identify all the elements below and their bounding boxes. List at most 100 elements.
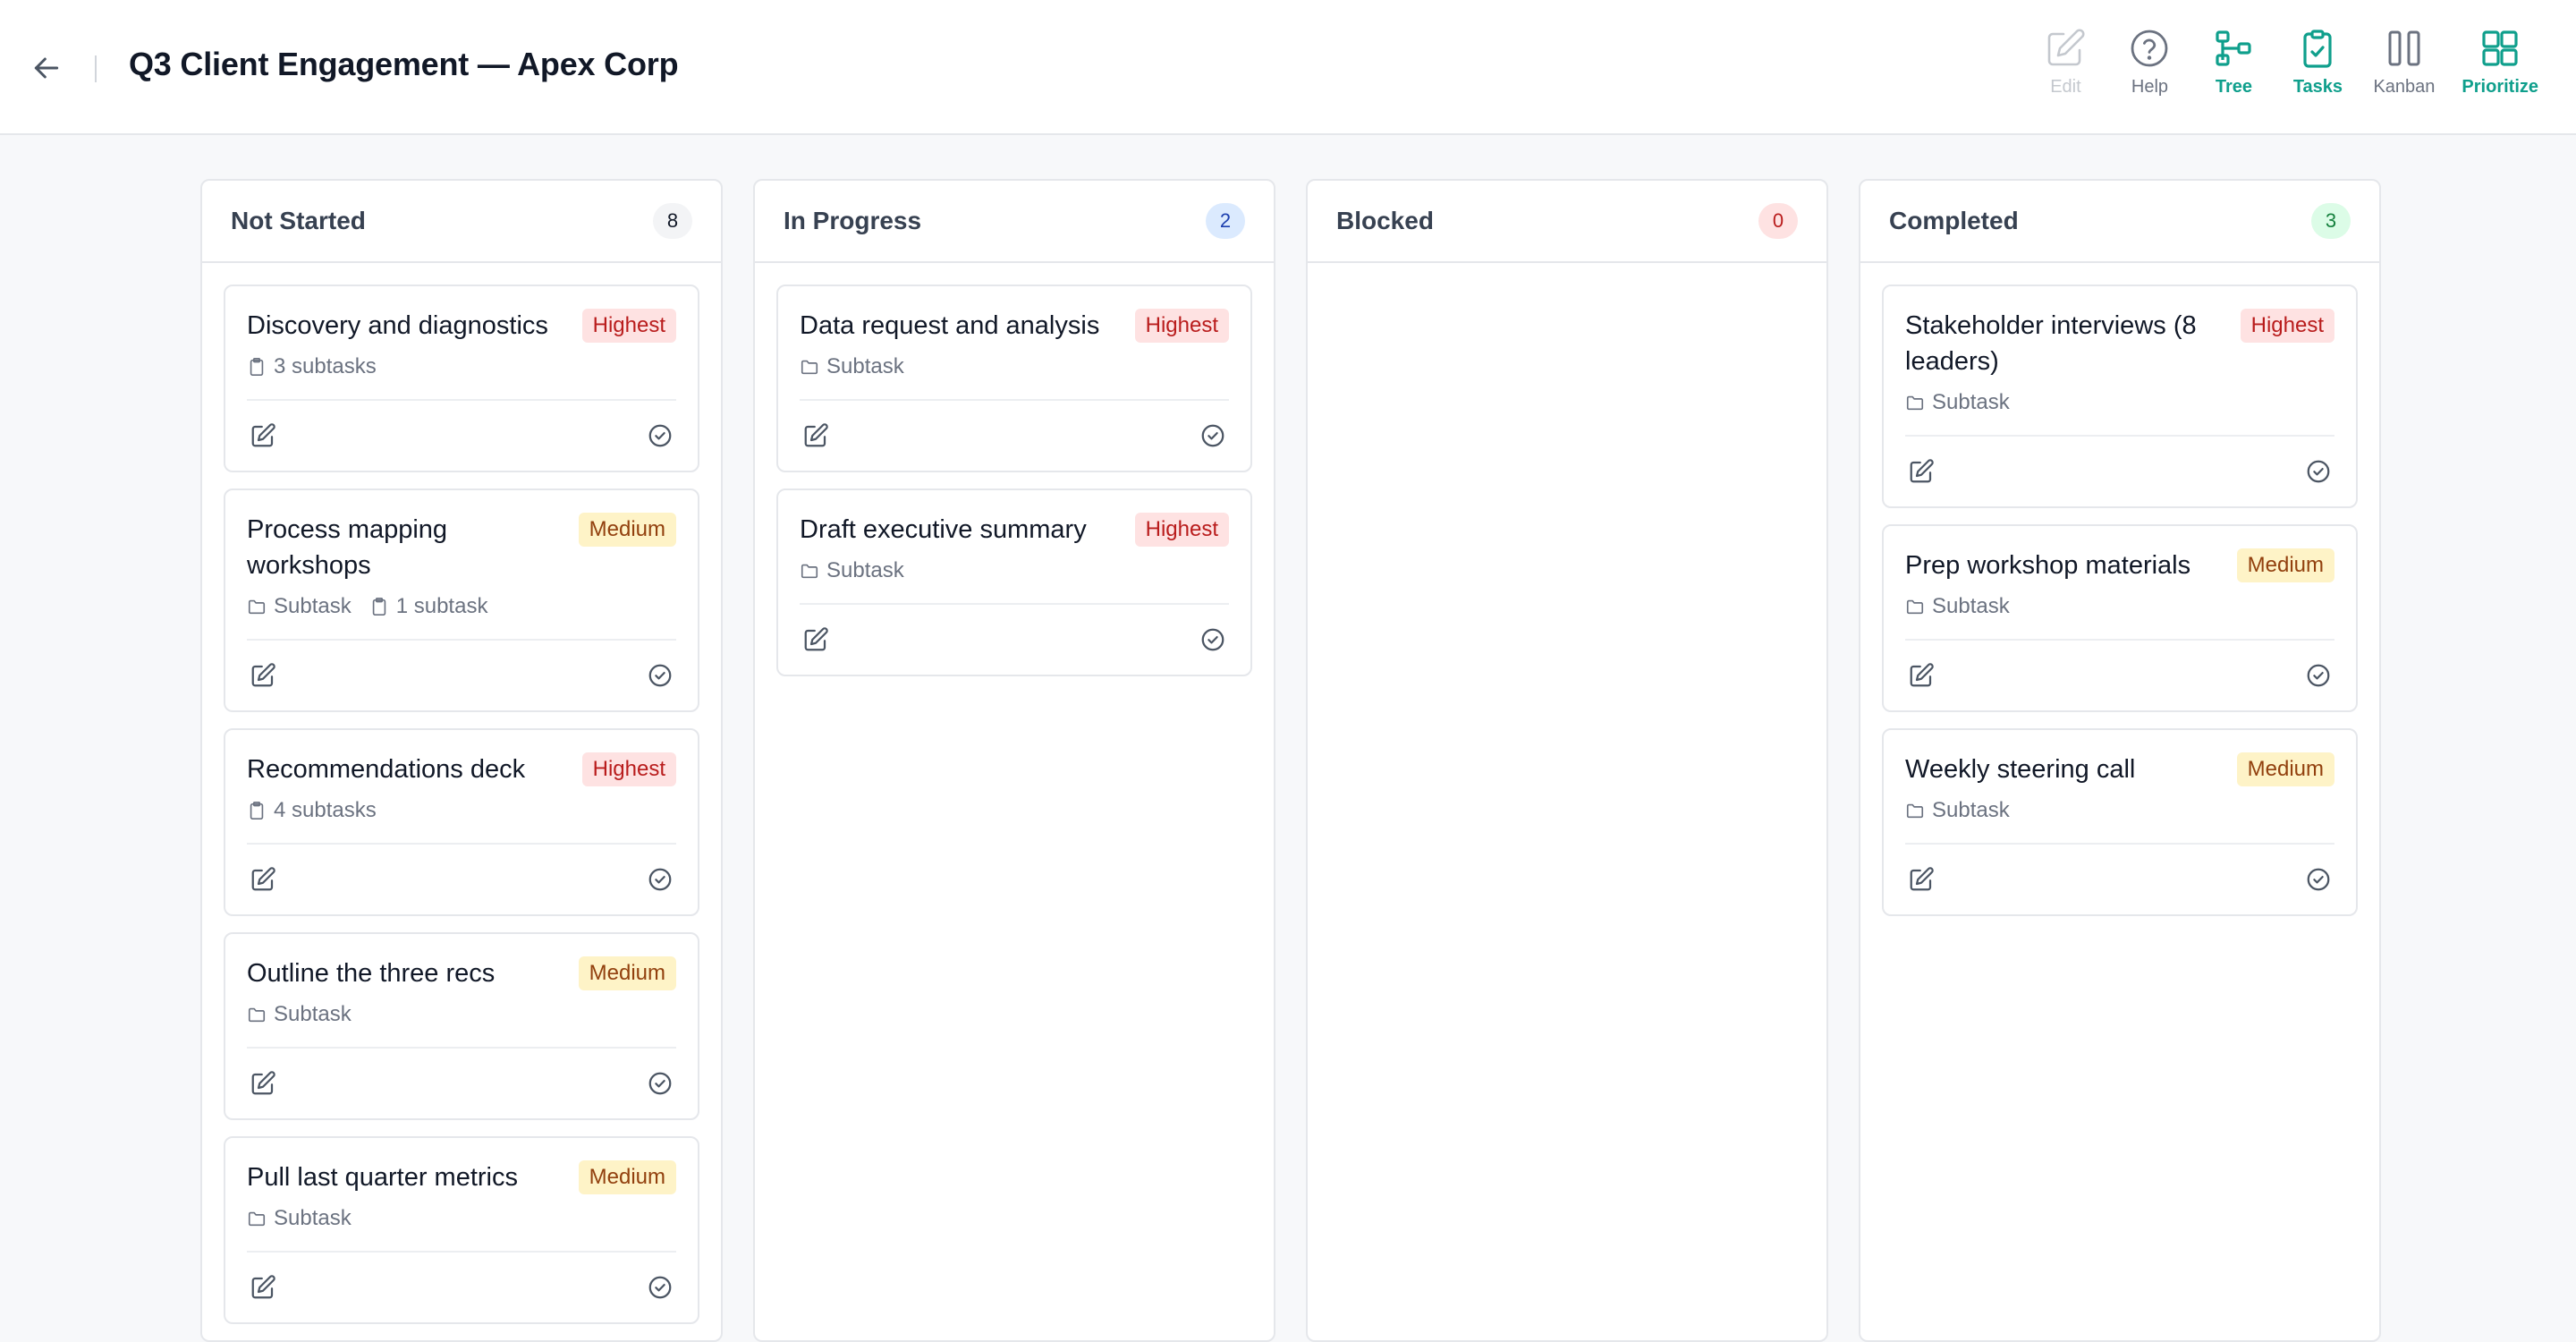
back-button[interactable]: [25, 47, 68, 89]
meta-text: Subtask: [1932, 798, 2010, 822]
column-title: In Progress: [784, 207, 922, 234]
meta-item: Subtask: [800, 354, 904, 379]
column-title: Not Started: [231, 207, 366, 234]
kanban-button[interactable]: Kanban: [2366, 27, 2442, 109]
edit-task-button[interactable]: [1905, 863, 1937, 896]
help-label: Help: [2131, 77, 2169, 97]
edit-task-button[interactable]: [247, 420, 279, 452]
column-count-badge: 2: [1206, 203, 1245, 239]
check-circle-icon: [647, 1070, 674, 1097]
meta-item: Subtask: [800, 558, 904, 583]
check-circle-icon: [2305, 458, 2332, 485]
edit-task-button[interactable]: [800, 624, 832, 656]
complete-task-button[interactable]: [644, 1271, 676, 1304]
task-title: Stakeholder interviews (8 leaders): [1905, 311, 2197, 376]
meta-item: Subtask: [1905, 798, 2010, 823]
task-card[interactable]: Stakeholder interviews (8 leaders) Highes…: [1882, 285, 2358, 508]
folder-icon: [1905, 597, 1925, 616]
kanban-label: Kanban: [2373, 77, 2436, 97]
card-actions: [247, 1251, 676, 1322]
priority-badge: Highest: [1134, 513, 1229, 547]
folder-icon: [247, 1005, 267, 1024]
arrow-left-icon: [34, 57, 59, 79]
card-actions: [247, 639, 676, 710]
meta-text: Subtask: [274, 1002, 352, 1026]
edit-task-button[interactable]: [1905, 659, 1937, 692]
complete-task-button[interactable]: [2302, 863, 2334, 896]
prioritize-button[interactable]: Prioritize: [2454, 27, 2546, 109]
task-card[interactable]: Discovery and diagnostics Highest 3 subtas…: [224, 285, 699, 472]
card-actions: [1905, 843, 2334, 914]
task-card[interactable]: Weekly steering call Medium Subtask: [1882, 728, 2358, 916]
edit-button[interactable]: Edit: [2029, 27, 2101, 109]
meta-item: Subtask: [1905, 390, 2010, 415]
task-card[interactable]: Draft executive summary Highest Subtask: [776, 488, 1252, 676]
task-meta: Subtask: [1905, 798, 2334, 823]
edit-label: Edit: [2050, 77, 2081, 97]
task-card[interactable]: Pull last quarter metrics Medium Subtask: [224, 1136, 699, 1324]
priority-badge: Medium: [578, 956, 676, 990]
meta-text: Subtask: [274, 594, 352, 618]
meta-item: Subtask: [1905, 594, 2010, 619]
edit-task-button[interactable]: [800, 420, 832, 452]
complete-task-button[interactable]: [644, 1067, 676, 1100]
edit-icon: [1908, 866, 1935, 893]
meta-item: 1 subtask: [369, 594, 488, 619]
edit-task-button[interactable]: [1905, 455, 1937, 488]
task-card[interactable]: Process mapping workshops Medium Subtask 1 …: [224, 488, 699, 712]
folder-icon: [247, 597, 267, 616]
task-card[interactable]: Recommendations deck Highest 4 subtasks: [224, 728, 699, 916]
edit-icon: [250, 866, 276, 893]
toolbar: Edit Help Tree Tasks Kanban Prioritize: [2017, 27, 2546, 109]
task-title: Draft executive summary: [800, 515, 1087, 544]
complete-task-button[interactable]: [2302, 455, 2334, 488]
card-list: Stakeholder interviews (8 leaders) Highes…: [1860, 263, 2379, 916]
tree-icon: [2216, 30, 2252, 66]
column-completed: Completed 3 Stakeholder interviews (8 lead…: [1859, 179, 2381, 1342]
card-list: [1308, 263, 1826, 285]
meta-item: 3 subtasks: [247, 354, 377, 379]
meta-text: Subtask: [1932, 594, 2010, 618]
edit-task-button[interactable]: [247, 1271, 279, 1304]
complete-task-button[interactable]: [2302, 659, 2334, 692]
task-card[interactable]: Data request and analysis Highest Subtask: [776, 285, 1252, 472]
column-header: Completed 3: [1860, 181, 2379, 263]
folder-icon: [247, 1209, 267, 1228]
column-count-badge: 3: [2311, 203, 2351, 239]
edit-icon: [250, 1274, 276, 1301]
check-circle-icon: [2305, 662, 2332, 689]
complete-task-button[interactable]: [1197, 624, 1229, 656]
edit-task-button[interactable]: [247, 659, 279, 692]
card-actions: [800, 603, 1229, 675]
prioritize-label: Prioritize: [2462, 77, 2538, 97]
tasks-button[interactable]: Tasks: [2282, 27, 2353, 109]
complete-task-button[interactable]: [644, 420, 676, 452]
task-title: Data request and analysis: [800, 311, 1100, 340]
meta-text: Subtask: [826, 354, 904, 378]
edit-icon: [802, 626, 829, 653]
complete-task-button[interactable]: [644, 863, 676, 896]
folder-icon: [1905, 393, 1925, 412]
meta-text: Subtask: [274, 1206, 352, 1230]
task-meta: Subtask 1 subtask: [247, 594, 676, 619]
edit-task-button[interactable]: [247, 1067, 279, 1100]
meta-text: 1 subtask: [395, 594, 488, 618]
column-header: In Progress 2: [755, 181, 1274, 263]
meta-text: 4 subtasks: [274, 798, 377, 822]
complete-task-button[interactable]: [1197, 420, 1229, 452]
kanban-board: Not Started 8 Discovery and diagnostics Hig…: [200, 179, 2381, 1342]
task-meta: 4 subtasks: [247, 798, 676, 823]
tree-button[interactable]: Tree: [2198, 27, 2269, 109]
check-circle-icon: [2305, 866, 2332, 893]
edit-icon: [1908, 458, 1935, 485]
kanban-icon: [2388, 30, 2420, 66]
clipboard-icon: [369, 597, 389, 616]
meta-item: Subtask: [247, 1206, 352, 1231]
task-meta: 3 subtasks: [247, 354, 676, 379]
edit-task-button[interactable]: [247, 863, 279, 896]
help-button[interactable]: Help: [2114, 27, 2185, 109]
task-card[interactable]: Prep workshop materials Medium Subtask: [1882, 524, 2358, 712]
card-actions: [247, 843, 676, 914]
task-card[interactable]: Outline the three recs Medium Subtask: [224, 932, 699, 1120]
complete-task-button[interactable]: [644, 659, 676, 692]
